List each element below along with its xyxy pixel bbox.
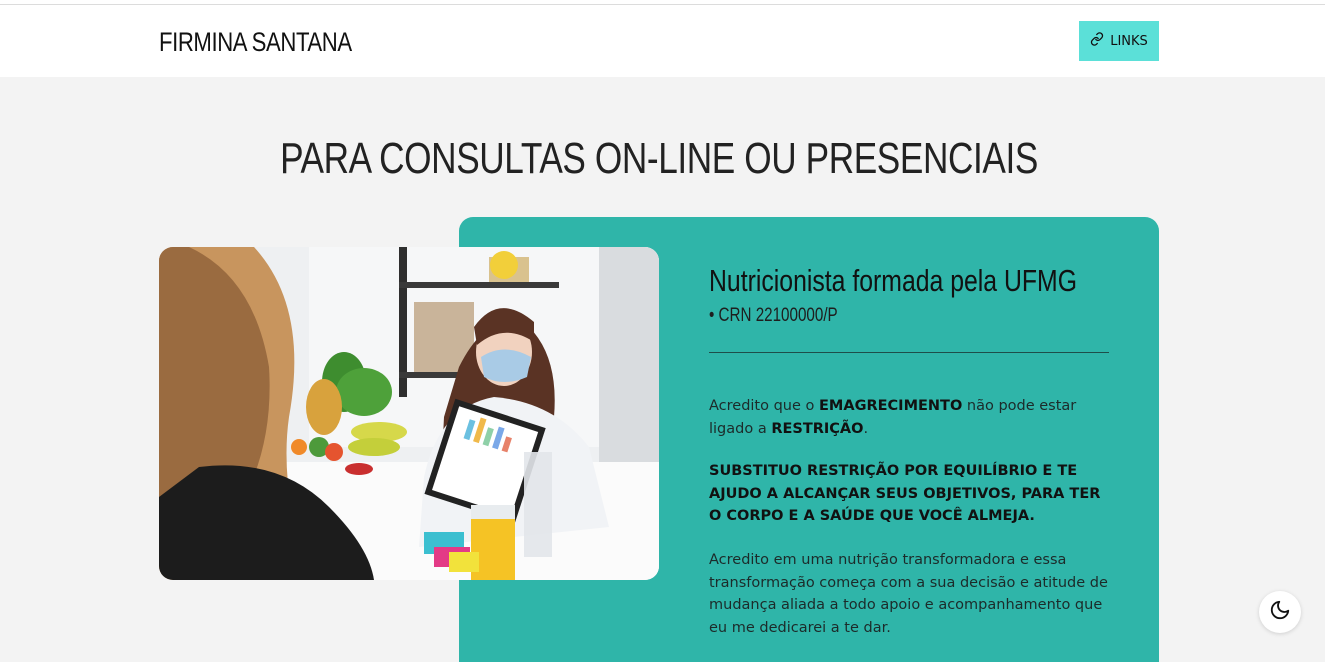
highlight-paragraph: SUBSTITUO RESTRIÇÃO POR EQUILÍBRIO E TE … (709, 463, 1101, 524)
links-button[interactable]: LINKS (1079, 21, 1159, 61)
intro-paragraph: Acredito que o EMAGRECIMENTO não pode es… (709, 395, 1109, 440)
divider (709, 352, 1109, 353)
site-header: FIRMINA SANTANA LINKS (0, 5, 1325, 77)
profile-content: Nutricionista formada pela UFMG • CRN 22… (709, 263, 1109, 636)
theme-toggle-button[interactable] (1259, 591, 1301, 633)
moon-icon (1269, 599, 1291, 625)
link-icon (1090, 32, 1104, 50)
intro-text-3: . (863, 420, 869, 437)
intro-emphasis-1: EMAGRECIMENTO (819, 398, 963, 414)
crn-number: • CRN 22100000/P (709, 305, 838, 326)
brand-name[interactable]: FIRMINA SANTANA (159, 27, 352, 58)
mission-paragraph: Acredito em uma nutrição transformadora … (709, 552, 1108, 636)
consultation-photo (159, 247, 659, 580)
intro-emphasis-2: RESTRIÇÃO (771, 420, 864, 437)
section-title: PARA CONSULTAS ON-LINE OU PRESENCIAIS (280, 134, 1038, 183)
links-label: LINKS (1110, 33, 1148, 49)
profile-headline: Nutricionista formada pela UFMG (709, 263, 1077, 298)
intro-text-1: Acredito que o (709, 398, 820, 414)
